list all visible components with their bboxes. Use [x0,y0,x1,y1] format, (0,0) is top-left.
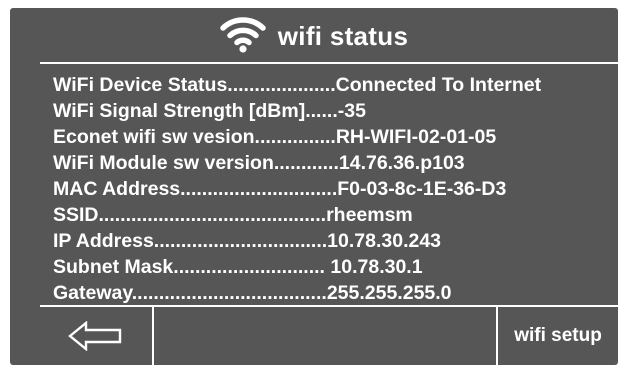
status-value: Connected To Internet [335,74,542,96]
status-row-module-sw-version: WiFi Module sw version............14.76.… [53,150,618,176]
header-divider [40,62,618,64]
status-value: 255.255.255.0 [326,282,452,304]
back-button[interactable] [40,307,152,365]
left-arrow-icon [68,321,122,351]
status-label: SSID....................................… [53,204,327,226]
status-row-signal-strength: WiFi Signal Strength [dBm]......-35 [53,98,618,124]
status-value: -35 [337,100,366,122]
wifi-icon [220,17,266,53]
status-row-gateway: Gateway.................................… [53,280,618,306]
status-label: WiFi Device Status.................... [53,74,336,96]
status-value: rheemsm [326,204,413,226]
status-label: WiFi Module sw version............ [53,152,339,174]
status-row-device-status: WiFi Device Status....................Co… [53,72,618,98]
wifi-setup-label: wifi setup [514,325,602,346]
status-row-ip-address: IP Address..............................… [53,228,618,254]
status-row-econet-sw-version: Econet wifi sw vesion...............RH-W… [53,124,618,150]
status-label: Econet wifi sw vesion............... [53,126,336,148]
status-list: WiFi Device Status....................Co… [53,72,618,306]
footer-empty-area [154,307,496,365]
wifi-status-screen: wifi status WiFi Device Status..........… [10,8,618,365]
status-value: 10.78.30.1 [324,256,423,278]
page-title: wifi status [277,20,409,51]
status-label: Subnet Mask............................ [53,256,325,278]
status-value: F0-03-8c-1E-36-D3 [337,178,507,200]
status-row-mac-address: MAC Address.............................… [53,176,618,202]
wifi-setup-button[interactable]: wifi setup [498,307,618,365]
status-row-ssid: SSID....................................… [53,202,618,228]
status-value: RH-WIFI-02-01-05 [335,126,497,148]
status-label: WiFi Signal Strength [dBm]...... [53,100,338,122]
status-row-subnet-mask: Subnet Mask............................ … [53,254,618,280]
status-value: 10.78.30.243 [327,230,442,252]
status-label: MAC Address............................. [53,178,338,200]
status-label: Gateway.................................… [53,282,327,304]
status-value: 14.76.36.p103 [338,152,465,174]
header: wifi status [10,8,618,64]
status-label: IP Address..............................… [53,230,328,252]
